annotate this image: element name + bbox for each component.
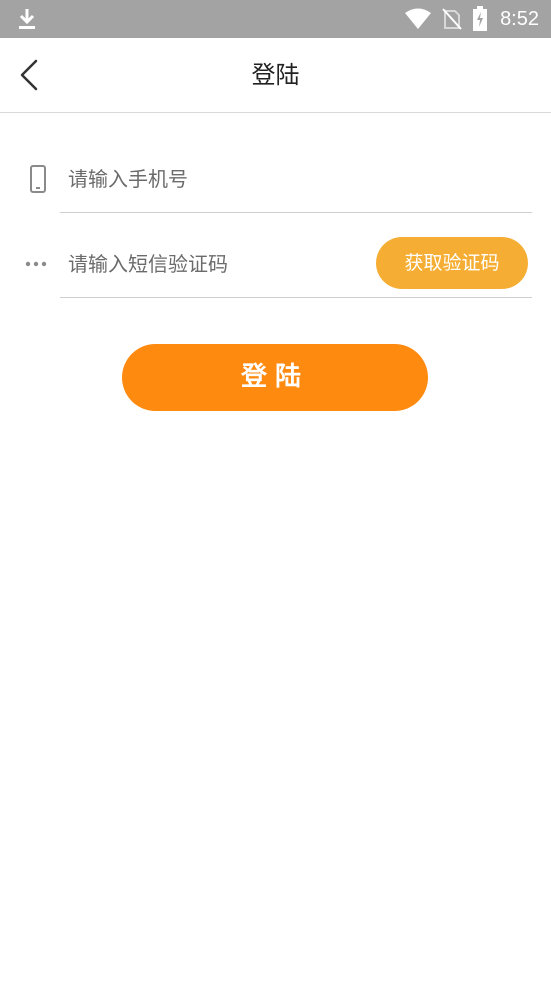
code-row: 获取验证码 <box>0 230 551 298</box>
app-header: 登陆 <box>0 38 551 113</box>
get-code-button[interactable]: 获取验证码 <box>376 237 528 289</box>
battery-charging-icon <box>473 6 488 31</box>
phone-input[interactable] <box>68 159 528 199</box>
no-sim-icon <box>442 8 462 30</box>
sms-code-input[interactable] <box>68 244 368 284</box>
dots-icon <box>25 261 47 267</box>
login-button[interactable]: 登陆 <box>122 344 428 411</box>
phone-divider <box>60 212 532 213</box>
status-time: 8:52 <box>500 7 539 30</box>
download-icon <box>19 9 35 29</box>
status-bar: 8:52 <box>0 0 551 38</box>
page-title: 登陆 <box>251 61 300 89</box>
wifi-icon <box>405 8 432 29</box>
phone-row <box>0 145 551 213</box>
mobile-phone-icon <box>30 165 46 193</box>
code-divider <box>60 297 532 298</box>
